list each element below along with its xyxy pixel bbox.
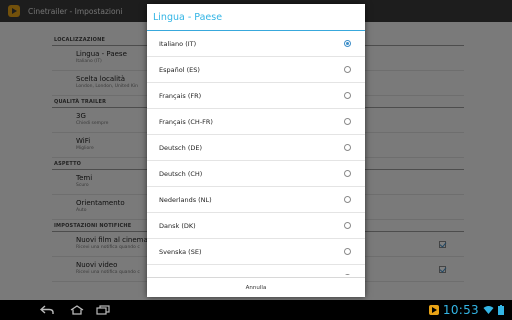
language-option[interactable]: Deutsch (DE): [147, 135, 365, 161]
home-icon[interactable]: [70, 305, 84, 315]
clock: 10:53: [442, 303, 479, 317]
radio-selected-icon[interactable]: [344, 40, 351, 47]
dialog-title: Lingua - Paese: [153, 11, 223, 23]
radio-unselected-icon[interactable]: [344, 222, 351, 229]
language-label: Svenska (SE): [159, 247, 202, 256]
radio-unselected-icon[interactable]: [344, 248, 351, 255]
recent-apps-icon[interactable]: [96, 305, 110, 315]
radio-unselected-icon[interactable]: [344, 118, 351, 125]
language-label: Italiano (IT): [159, 39, 197, 48]
system-bar: 10:53: [0, 300, 512, 320]
language-option[interactable]: Suomi (FI): [147, 265, 365, 275]
radio-unselected-icon[interactable]: [344, 144, 351, 151]
radio-unselected-icon[interactable]: [344, 92, 351, 99]
language-label: Español (ES): [159, 65, 200, 74]
language-label: Français (CH-FR): [159, 117, 213, 126]
language-label: Dansk (DK): [159, 221, 196, 230]
dialog-header: Lingua - Paese: [147, 4, 365, 31]
language-option[interactable]: Dansk (DK): [147, 213, 365, 239]
language-dialog: Lingua - Paese Italiano (IT) Español (ES)…: [147, 4, 365, 297]
language-label: Nederlands (NL): [159, 195, 212, 204]
radio-unselected-icon[interactable]: [344, 170, 351, 177]
language-option[interactable]: Nederlands (NL): [147, 187, 365, 213]
language-option[interactable]: Español (ES): [147, 57, 365, 83]
language-option[interactable]: Deutsch (CH): [147, 161, 365, 187]
radio-unselected-icon[interactable]: [344, 196, 351, 203]
cinetrailer-notification-icon: [428, 305, 439, 315]
cancel-label: Annulla: [245, 284, 267, 291]
back-icon[interactable]: [40, 305, 54, 315]
language-list[interactable]: Italiano (IT) Español (ES) Français (FR) Fr…: [147, 31, 365, 275]
language-option[interactable]: Français (FR): [147, 83, 365, 109]
language-option[interactable]: Italiano (IT): [147, 31, 365, 57]
language-label: Deutsch (CH): [159, 169, 203, 178]
cancel-button[interactable]: Annulla: [147, 277, 365, 297]
language-label: Deutsch (DE): [159, 143, 203, 152]
radio-unselected-icon[interactable]: [344, 274, 351, 275]
language-label: Suomi (FI): [159, 274, 192, 276]
language-option[interactable]: Svenska (SE): [147, 239, 365, 265]
battery-icon: [498, 305, 504, 315]
radio-unselected-icon[interactable]: [344, 66, 351, 73]
language-label: Français (FR): [159, 91, 202, 100]
wifi-icon: [483, 306, 494, 314]
language-option[interactable]: Français (CH-FR): [147, 109, 365, 135]
status-area[interactable]: 10:53: [428, 300, 504, 320]
